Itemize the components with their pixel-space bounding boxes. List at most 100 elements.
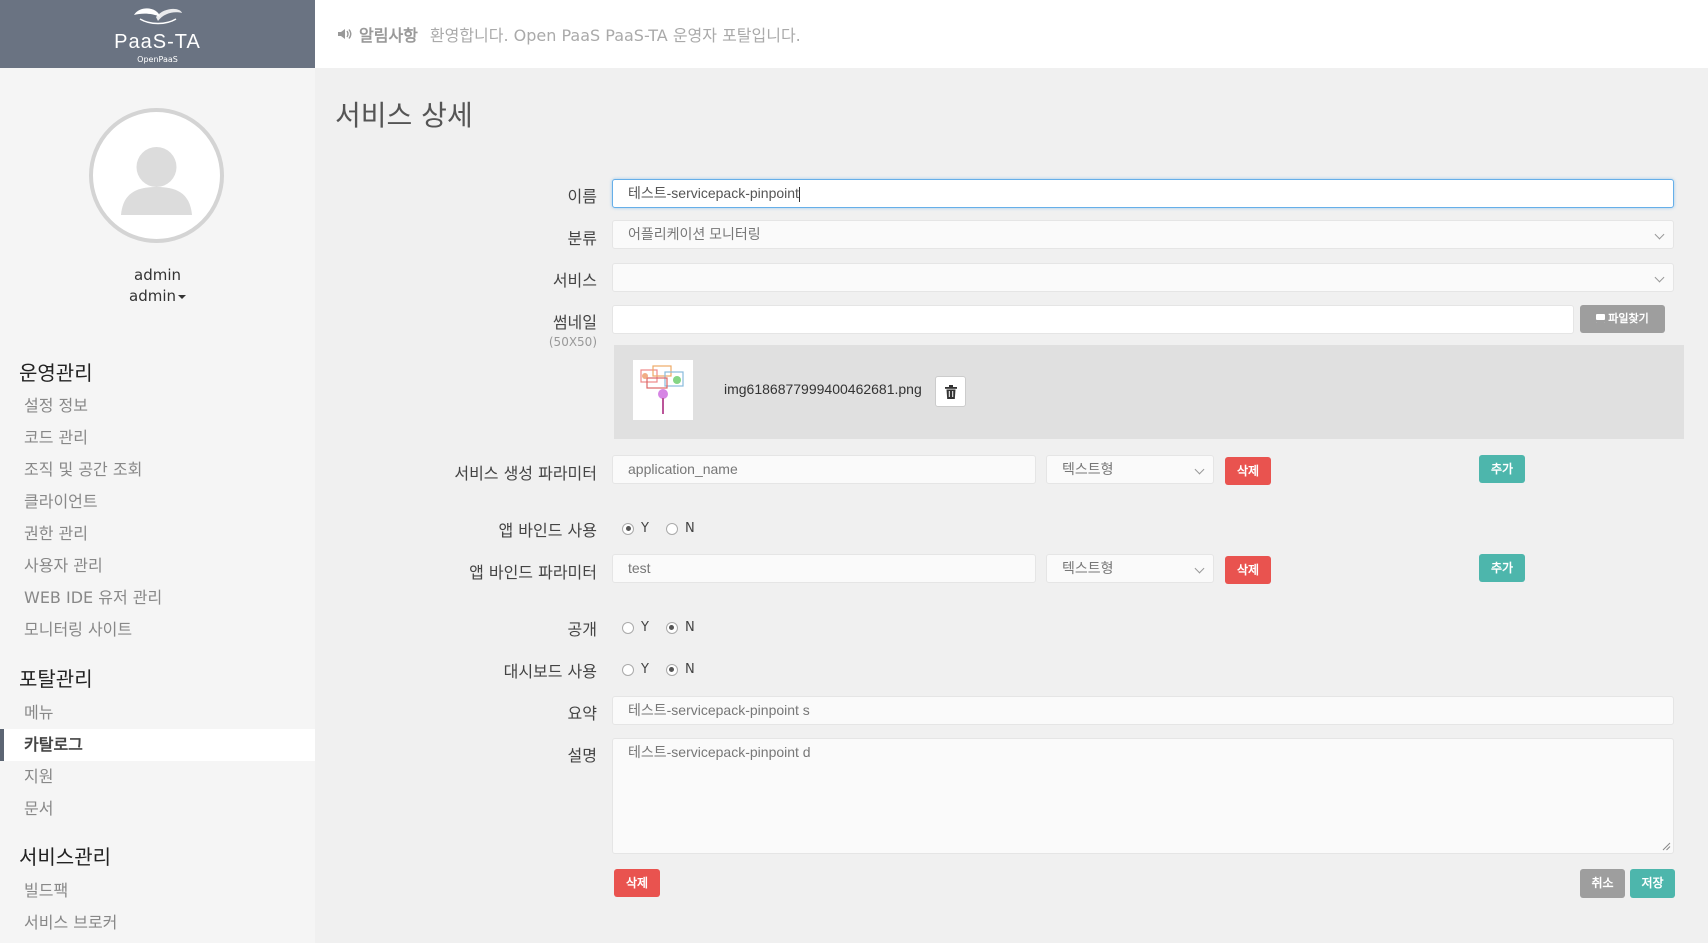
create-param-name-input[interactable]: application_name [612,455,1036,484]
app-bind-no[interactable]: N [665,521,695,536]
nav-section-operations: 운영관리 [19,361,93,385]
summary-input[interactable]: 테스트-servicepack-pinpoint s [612,696,1674,725]
service-select[interactable] [612,263,1674,292]
create-param-add-button[interactable]: 추가 [1479,455,1525,483]
speaker-icon [337,25,353,44]
cancel-button[interactable]: 취소 [1580,869,1625,898]
public-label: 공개 [567,620,597,639]
public-no[interactable]: N [665,620,695,635]
page-title: 서비스 상세 [335,99,473,132]
find-file-label: 파일찾기 [1608,312,1649,325]
summary-label: 요약 [567,704,597,723]
nav-item-service-broker[interactable]: 서비스 브로커 [0,907,315,939]
radio-yes[interactable] [622,522,634,535]
app-bind-label: 앱 바인드 사용 [498,521,598,540]
description-textarea[interactable]: 테스트-servicepack-pinpoint d [612,738,1674,854]
thumbnail-file-input[interactable] [612,305,1574,334]
radio-yes[interactable] [622,663,634,676]
nav-item-client[interactable]: 클라이언트 [0,486,315,518]
logo-title: PaaS-TA [114,30,201,53]
bind-param-add-button[interactable]: 추가 [1479,554,1525,582]
logo-leaf-icon [133,7,182,24]
radio-no[interactable] [665,621,678,634]
thumbnail-delete-button[interactable] [935,376,966,407]
user-name: admin [134,266,181,284]
bind-param-delete-button[interactable]: 삭제 [1225,556,1271,584]
dashboard-label: 대시보드 사용 [503,662,597,681]
user-role-dropdown[interactable]: admin [0,287,315,305]
bind-params-label: 앱 바인드 파라미터 [469,563,597,582]
nav-section-services: 서비스관리 [19,845,111,869]
description-label: 설명 [567,746,597,765]
description-value: 테스트-servicepack-pinpoint d [628,744,811,760]
notice-label: 알림사항 [359,26,418,45]
radio-no[interactable] [665,522,678,535]
save-disk-icon [1596,314,1606,323]
dashboard-no-label: N [684,662,695,677]
public-radio-group: Y N [622,620,712,635]
logo-subtitle: OpenPaaS [137,54,178,64]
chevron-down-icon [1654,272,1665,283]
dashboard-yes-label: Y [641,662,649,677]
category-label: 분류 [567,229,597,248]
nav-item-buildpack[interactable]: 빌드팩 [0,875,315,907]
create-param-delete-button[interactable]: 삭제 [1225,457,1271,485]
radio-no[interactable] [665,663,678,676]
user-role-label: admin [129,287,176,305]
dashboard-no[interactable]: N [665,662,695,677]
nav-section-portal: 포탈관리 [19,667,93,691]
create-param-name-value: application_name [628,461,738,477]
radio-yes[interactable] [622,621,634,634]
save-button[interactable]: 저장 [1630,869,1675,898]
app-bind-no-label: N [684,521,695,536]
chevron-down-icon [1194,464,1205,475]
nav-item-users[interactable]: 사용자 관리 [0,550,315,582]
thumbnail-hint: (50X50) [548,335,597,349]
dashboard-radio-group: Y N [622,662,712,677]
thumbnail-file-name: img6186877999400462681.png [724,381,922,397]
thumbnail-image [633,360,693,420]
nav-item-webide-users[interactable]: WEB IDE 유저 관리 [0,582,315,614]
logo[interactable]: PaaS-TA OpenPaaS [0,0,315,68]
nav-item-code[interactable]: 코드 관리 [0,422,315,454]
resize-handle-icon[interactable] [1662,842,1671,851]
nav-item-org-space[interactable]: 조직 및 공간 조회 [0,454,315,486]
name-input[interactable]: 테스트-servicepack-pinpoint [612,179,1674,208]
notice-text: 환영합니다. Open PaaS PaaS-TA 운영자 포탈입니다. [429,26,801,45]
avatar [89,108,224,243]
delete-button[interactable]: 삭제 [614,869,660,897]
create-param-type-select[interactable]: 텍스트형 [1046,455,1214,484]
thumbnail-preview-panel: img6186877999400462681.png [614,345,1684,439]
bind-param-type-value: 텍스트형 [1062,560,1114,576]
summary-value: 테스트-servicepack-pinpoint s [628,702,810,718]
nav-item-docs[interactable]: 문서 [0,793,315,825]
public-no-label: N [684,620,695,635]
app-bind-yes[interactable]: Y [622,521,649,536]
dashboard-yes[interactable]: Y [622,662,649,677]
sidebar: PaaS-TA OpenPaaS admin admin 운영관리 설정 정보 … [0,0,315,943]
public-yes[interactable]: Y [622,620,649,635]
nav-item-catalog[interactable]: 카탈로그 [0,729,315,761]
chevron-down-icon [1654,229,1665,240]
chevron-down-icon [1194,563,1205,574]
nav-item-authority[interactable]: 권한 관리 [0,518,315,550]
nav-item-settings[interactable]: 설정 정보 [0,390,315,422]
app-bind-radio-group: Y N [622,521,712,536]
user-avatar-icon [121,147,192,215]
name-input-value: 테스트-servicepack-pinpoint [628,185,799,201]
nav-item-monitoring-sites[interactable]: 모니터링 사이트 [0,614,315,646]
create-param-type-value: 텍스트형 [1062,461,1114,477]
trash-icon [944,384,957,399]
thumbnail-label: 썸네일 [552,313,597,332]
service-label: 서비스 [552,271,597,290]
find-file-button[interactable]: 파일찾기 [1580,305,1665,333]
bind-param-type-select[interactable]: 텍스트형 [1046,554,1214,583]
nav-item-menu[interactable]: 메뉴 [0,697,315,729]
app-bind-yes-label: Y [641,521,649,536]
notice-bar: 알림사항 환영합니다. Open PaaS PaaS-TA 운영자 포탈입니다. [315,0,1708,68]
category-select[interactable]: 어플리케이션 모니터링 [612,220,1674,249]
bind-param-name-input[interactable]: test [612,554,1036,583]
nav-item-support[interactable]: 지원 [0,761,315,793]
caret-down-icon [178,294,186,299]
category-select-value: 어플리케이션 모니터링 [628,226,761,242]
